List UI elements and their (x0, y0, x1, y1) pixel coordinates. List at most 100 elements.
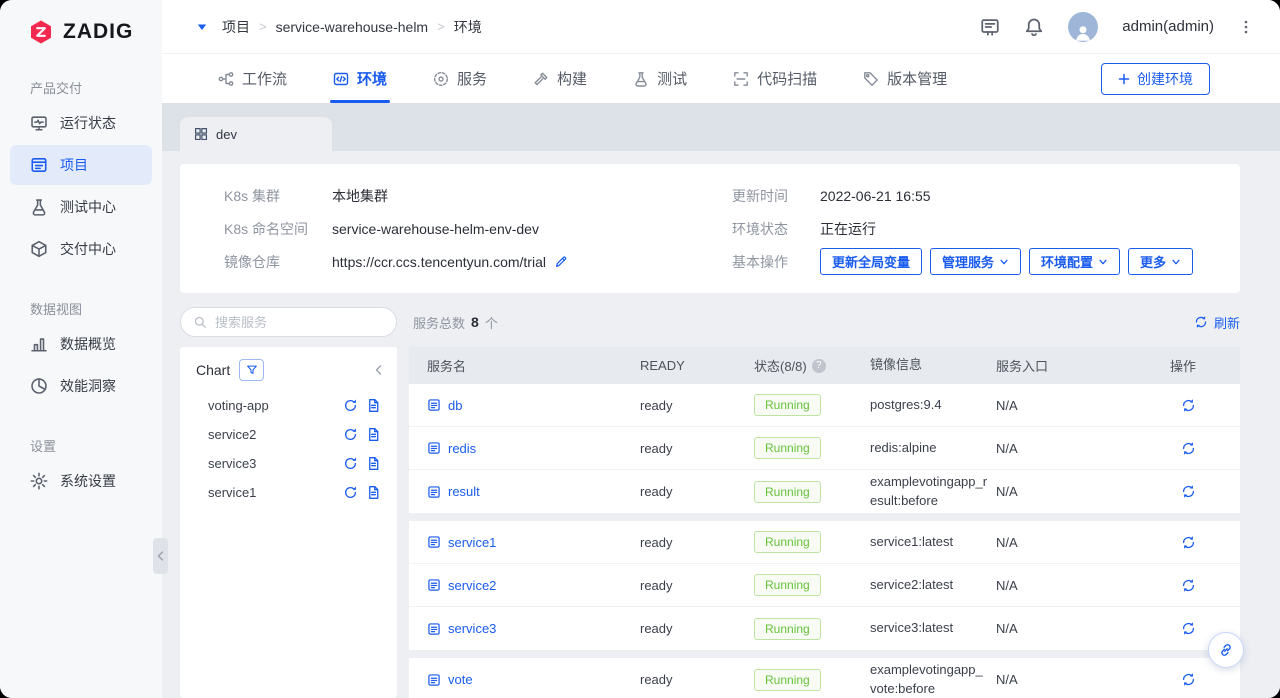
status-badge: Running (754, 481, 821, 503)
button-label: 环境配置 (1041, 252, 1093, 271)
service-link[interactable]: vote (448, 672, 473, 687)
service-link[interactable]: db (448, 398, 462, 413)
redeploy-icon[interactable] (343, 456, 358, 471)
restart-service-icon[interactable] (1181, 578, 1196, 593)
breadcrumb-projects[interactable]: 项目 (222, 17, 250, 37)
status-badge: Running (754, 574, 821, 596)
redeploy-icon[interactable] (343, 398, 358, 413)
tab-build[interactable]: 构建 (533, 54, 587, 103)
service-link[interactable]: service1 (448, 535, 496, 550)
service-link[interactable]: result (448, 484, 480, 499)
chevron-down-icon (1098, 257, 1108, 267)
build-icon (533, 71, 549, 87)
values-doc-icon[interactable] (366, 427, 381, 442)
project-icon (30, 156, 48, 174)
table-row-service3: service3 ready Running service3:latest N… (409, 607, 1240, 650)
table-row-vote: vote ready Running examplevotingapp_vote… (409, 658, 1240, 698)
restart-service-icon[interactable] (1181, 672, 1196, 687)
panel-collapse-icon[interactable] (373, 364, 385, 376)
tab-service[interactable]: 服务 (433, 54, 487, 103)
column-entry: 服务入口 (996, 356, 1102, 375)
more-dropdown[interactable]: 更多 (1128, 248, 1193, 275)
status-badge: Running (754, 394, 821, 416)
sidebar-item-projects[interactable]: 项目 (10, 145, 152, 185)
manage-services-dropdown[interactable]: 管理服务 (930, 248, 1021, 275)
gear-icon (30, 472, 48, 490)
chart-item-service3[interactable]: service3 (190, 449, 387, 478)
values-doc-icon[interactable] (366, 456, 381, 471)
table-row-service2: service2 ready Running service2:latest N… (409, 564, 1240, 607)
image-value: service1:latest (870, 533, 996, 552)
sidebar-item-insight[interactable]: 效能洞察 (10, 366, 152, 406)
chart-item-label: service1 (208, 485, 335, 500)
tab-version[interactable]: 版本管理 (863, 54, 947, 103)
ready-value: ready (640, 441, 754, 456)
env-config-dropdown[interactable]: 环境配置 (1029, 248, 1120, 275)
breadcrumb-project-name[interactable]: service-warehouse-helm (276, 19, 429, 35)
sidebar-item-test-center[interactable]: 测试中心 (10, 187, 152, 227)
sidebar-item-data-overview[interactable]: 数据概览 (10, 324, 152, 364)
test-center-icon (30, 198, 48, 216)
service-box-icon (427, 578, 441, 592)
restart-service-icon[interactable] (1181, 441, 1196, 456)
sidebar-collapse-handle[interactable] (153, 538, 168, 574)
help-icon[interactable] (812, 359, 826, 373)
create-environment-button[interactable]: 创建环境 (1101, 63, 1210, 95)
tab-label: 版本管理 (887, 68, 947, 89)
username[interactable]: admin(admin) (1122, 18, 1214, 35)
main-area: 项目 > service-warehouse-helm > 环境 admin(a… (162, 0, 1280, 698)
update-global-vars-button[interactable]: 更新全局变量 (820, 248, 922, 275)
test-icon (633, 71, 649, 87)
values-doc-icon[interactable] (366, 485, 381, 500)
tab-environment[interactable]: 环境 (333, 54, 387, 103)
values-doc-icon[interactable] (366, 398, 381, 413)
sidebar-item-delivery-center[interactable]: 交付中心 (10, 229, 152, 269)
sidebar-item-label: 交付中心 (60, 239, 116, 259)
chart-item-service1[interactable]: service1 (190, 478, 387, 507)
delivery-center-icon (30, 240, 48, 258)
service-link[interactable]: redis (448, 441, 476, 456)
share-link-fab[interactable] (1208, 632, 1244, 668)
restart-service-icon[interactable] (1181, 484, 1196, 499)
environment-tab-dev[interactable]: dev (180, 117, 332, 151)
restart-service-icon[interactable] (1181, 621, 1196, 636)
service-toolbar: 服务总数 8 个 刷新 (180, 307, 1240, 337)
chevron-left-icon (155, 550, 167, 562)
sidebar-section-data-view: 数据视图 (30, 299, 162, 318)
chart-item-service2[interactable]: service2 (190, 420, 387, 449)
button-label: 管理服务 (942, 252, 994, 271)
refresh-button[interactable]: 刷新 (1194, 313, 1240, 332)
tab-code-scan[interactable]: 代码扫描 (733, 54, 817, 103)
zadig-logo[interactable]: ZADIG (0, 0, 162, 64)
status-badge: Running (754, 669, 821, 691)
chart-item-label: service3 (208, 456, 335, 471)
table-row-result: result ready Running examplevotingapp_re… (409, 470, 1240, 513)
notification-bell-icon[interactable] (1024, 17, 1044, 37)
restart-service-icon[interactable] (1181, 398, 1196, 413)
logo-text: ZADIG (63, 20, 133, 44)
edit-pencil-icon[interactable] (554, 255, 568, 269)
redeploy-icon[interactable] (343, 427, 358, 442)
avatar[interactable] (1068, 12, 1098, 42)
sidebar-item-running-status[interactable]: 运行状态 (10, 103, 152, 143)
k8s-cluster-label: K8s 集群 (224, 186, 332, 206)
service-search-box[interactable] (180, 307, 397, 337)
chart-filter-button[interactable] (239, 359, 264, 381)
link-icon (1218, 642, 1234, 658)
tab-test[interactable]: 测试 (633, 54, 687, 103)
service-link[interactable]: service3 (448, 621, 496, 636)
announcement-icon[interactable] (980, 17, 1000, 37)
sidebar-item-system-settings[interactable]: 系统设置 (10, 461, 152, 501)
environment-info-card: K8s 集群 本地集群 K8s 命名空间 service-warehouse-h… (180, 164, 1240, 293)
service-link[interactable]: service2 (448, 578, 496, 593)
total-unit: 个 (485, 313, 498, 332)
search-input[interactable] (215, 315, 384, 330)
redeploy-icon[interactable] (343, 485, 358, 500)
tab-workflow[interactable]: 工作流 (218, 54, 287, 103)
project-switcher-caret-icon[interactable] (196, 21, 208, 33)
sidebar-item-label: 效能洞察 (60, 376, 116, 396)
kebab-menu-icon[interactable] (1238, 19, 1254, 35)
column-service-name: 服务名 (409, 356, 640, 375)
restart-service-icon[interactable] (1181, 535, 1196, 550)
chart-item-voting-app[interactable]: voting-app (190, 391, 387, 420)
